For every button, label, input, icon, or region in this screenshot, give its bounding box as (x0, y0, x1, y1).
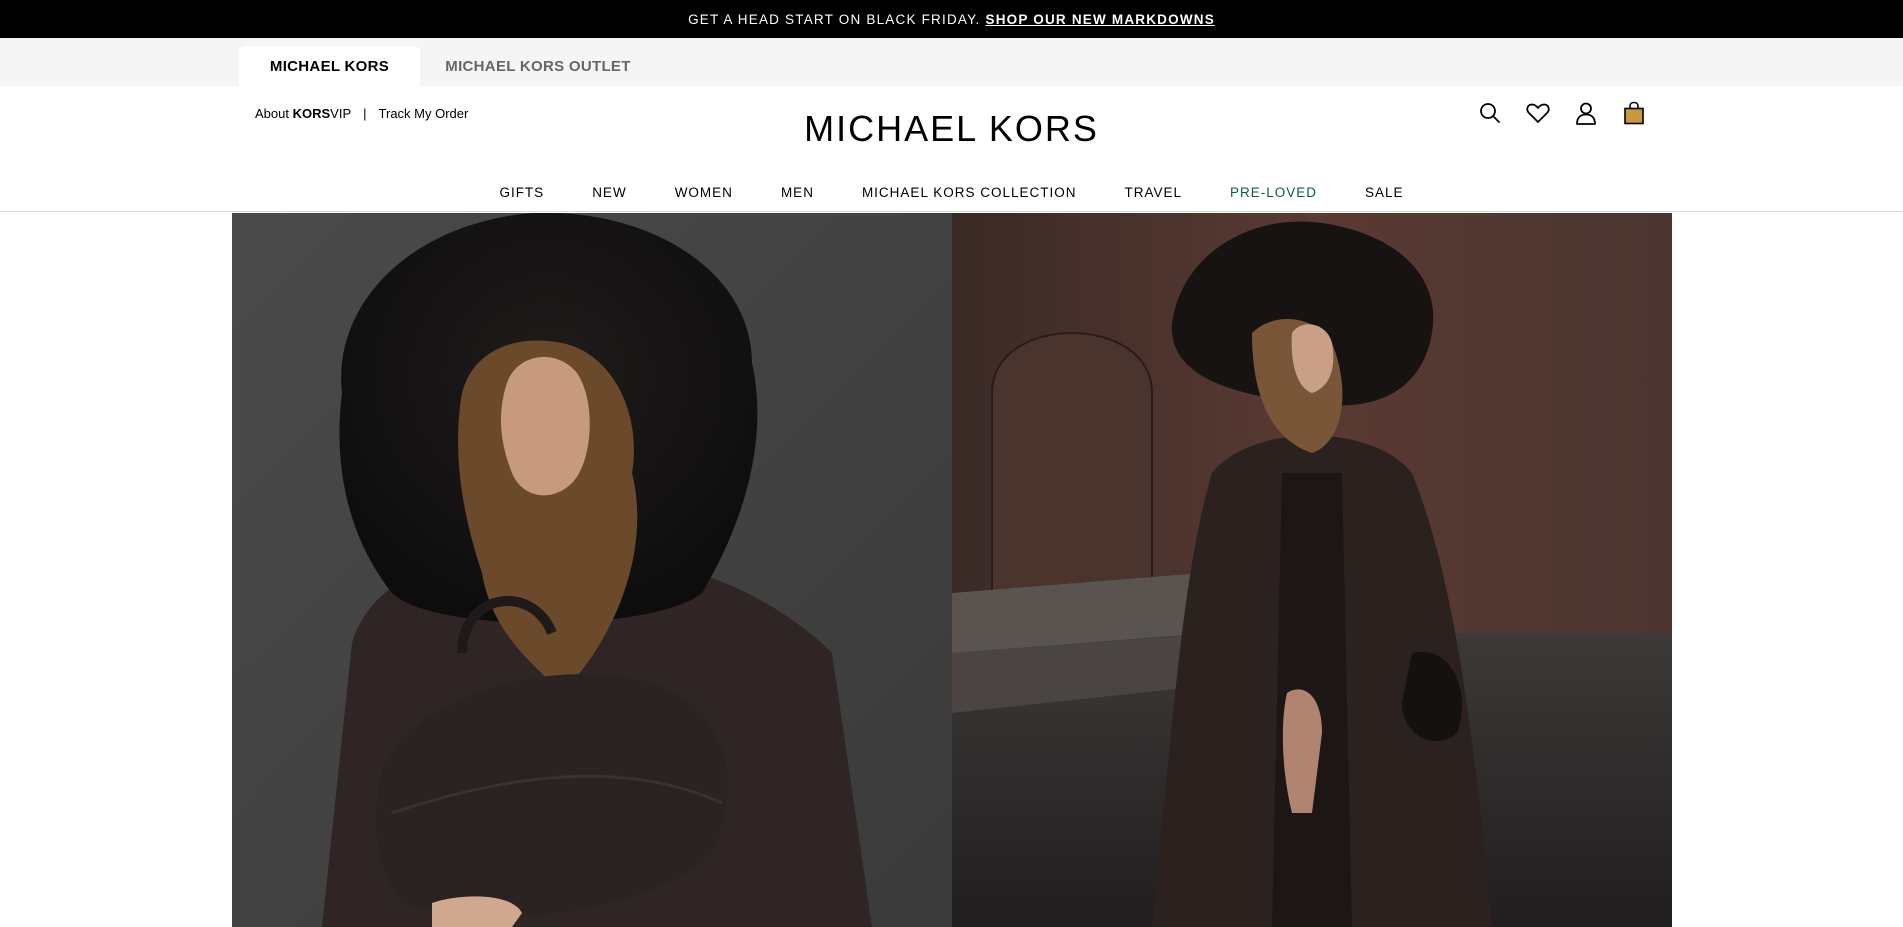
nav-travel[interactable]: TRAVEL (1100, 180, 1206, 211)
nav-sale[interactable]: SALE (1341, 180, 1428, 211)
promo-text: GET A HEAD START ON BLACK FRIDAY. (688, 11, 981, 27)
heart-icon[interactable] (1526, 100, 1550, 126)
hero-banner[interactable] (232, 213, 1672, 927)
promo-link[interactable]: SHOP OUR NEW MARKDOWNS (986, 12, 1215, 27)
header-icons (1478, 100, 1646, 126)
nav-pre-loved[interactable]: PRE-LOVED (1206, 180, 1341, 211)
bag-icon[interactable] (1622, 100, 1646, 126)
logo-text[interactable]: MICHAEL KORS (804, 108, 1099, 149)
main-nav: GIFTS NEW WOMEN MEN MICHAEL KORS COLLECT… (0, 180, 1903, 212)
search-icon[interactable] (1478, 100, 1502, 126)
nav-men[interactable]: MEN (757, 180, 838, 211)
site-tabs: MICHAEL KORS MICHAEL KORS OUTLET (0, 38, 1903, 86)
tab-michael-kors[interactable]: MICHAEL KORS (239, 46, 420, 86)
account-icon[interactable] (1574, 100, 1598, 126)
nav-women[interactable]: WOMEN (651, 180, 757, 211)
nav-michael-kors-collection[interactable]: MICHAEL KORS COLLECTION (838, 180, 1101, 211)
tab-michael-kors-outlet[interactable]: MICHAEL KORS OUTLET (432, 46, 644, 86)
promo-bar: GET A HEAD START ON BLACK FRIDAY. SHOP O… (0, 0, 1903, 38)
hero-image-left[interactable] (232, 213, 952, 927)
nav-new[interactable]: NEW (568, 180, 651, 211)
hero-image-right[interactable] (952, 213, 1672, 927)
nav-gifts[interactable]: GIFTS (475, 180, 568, 211)
